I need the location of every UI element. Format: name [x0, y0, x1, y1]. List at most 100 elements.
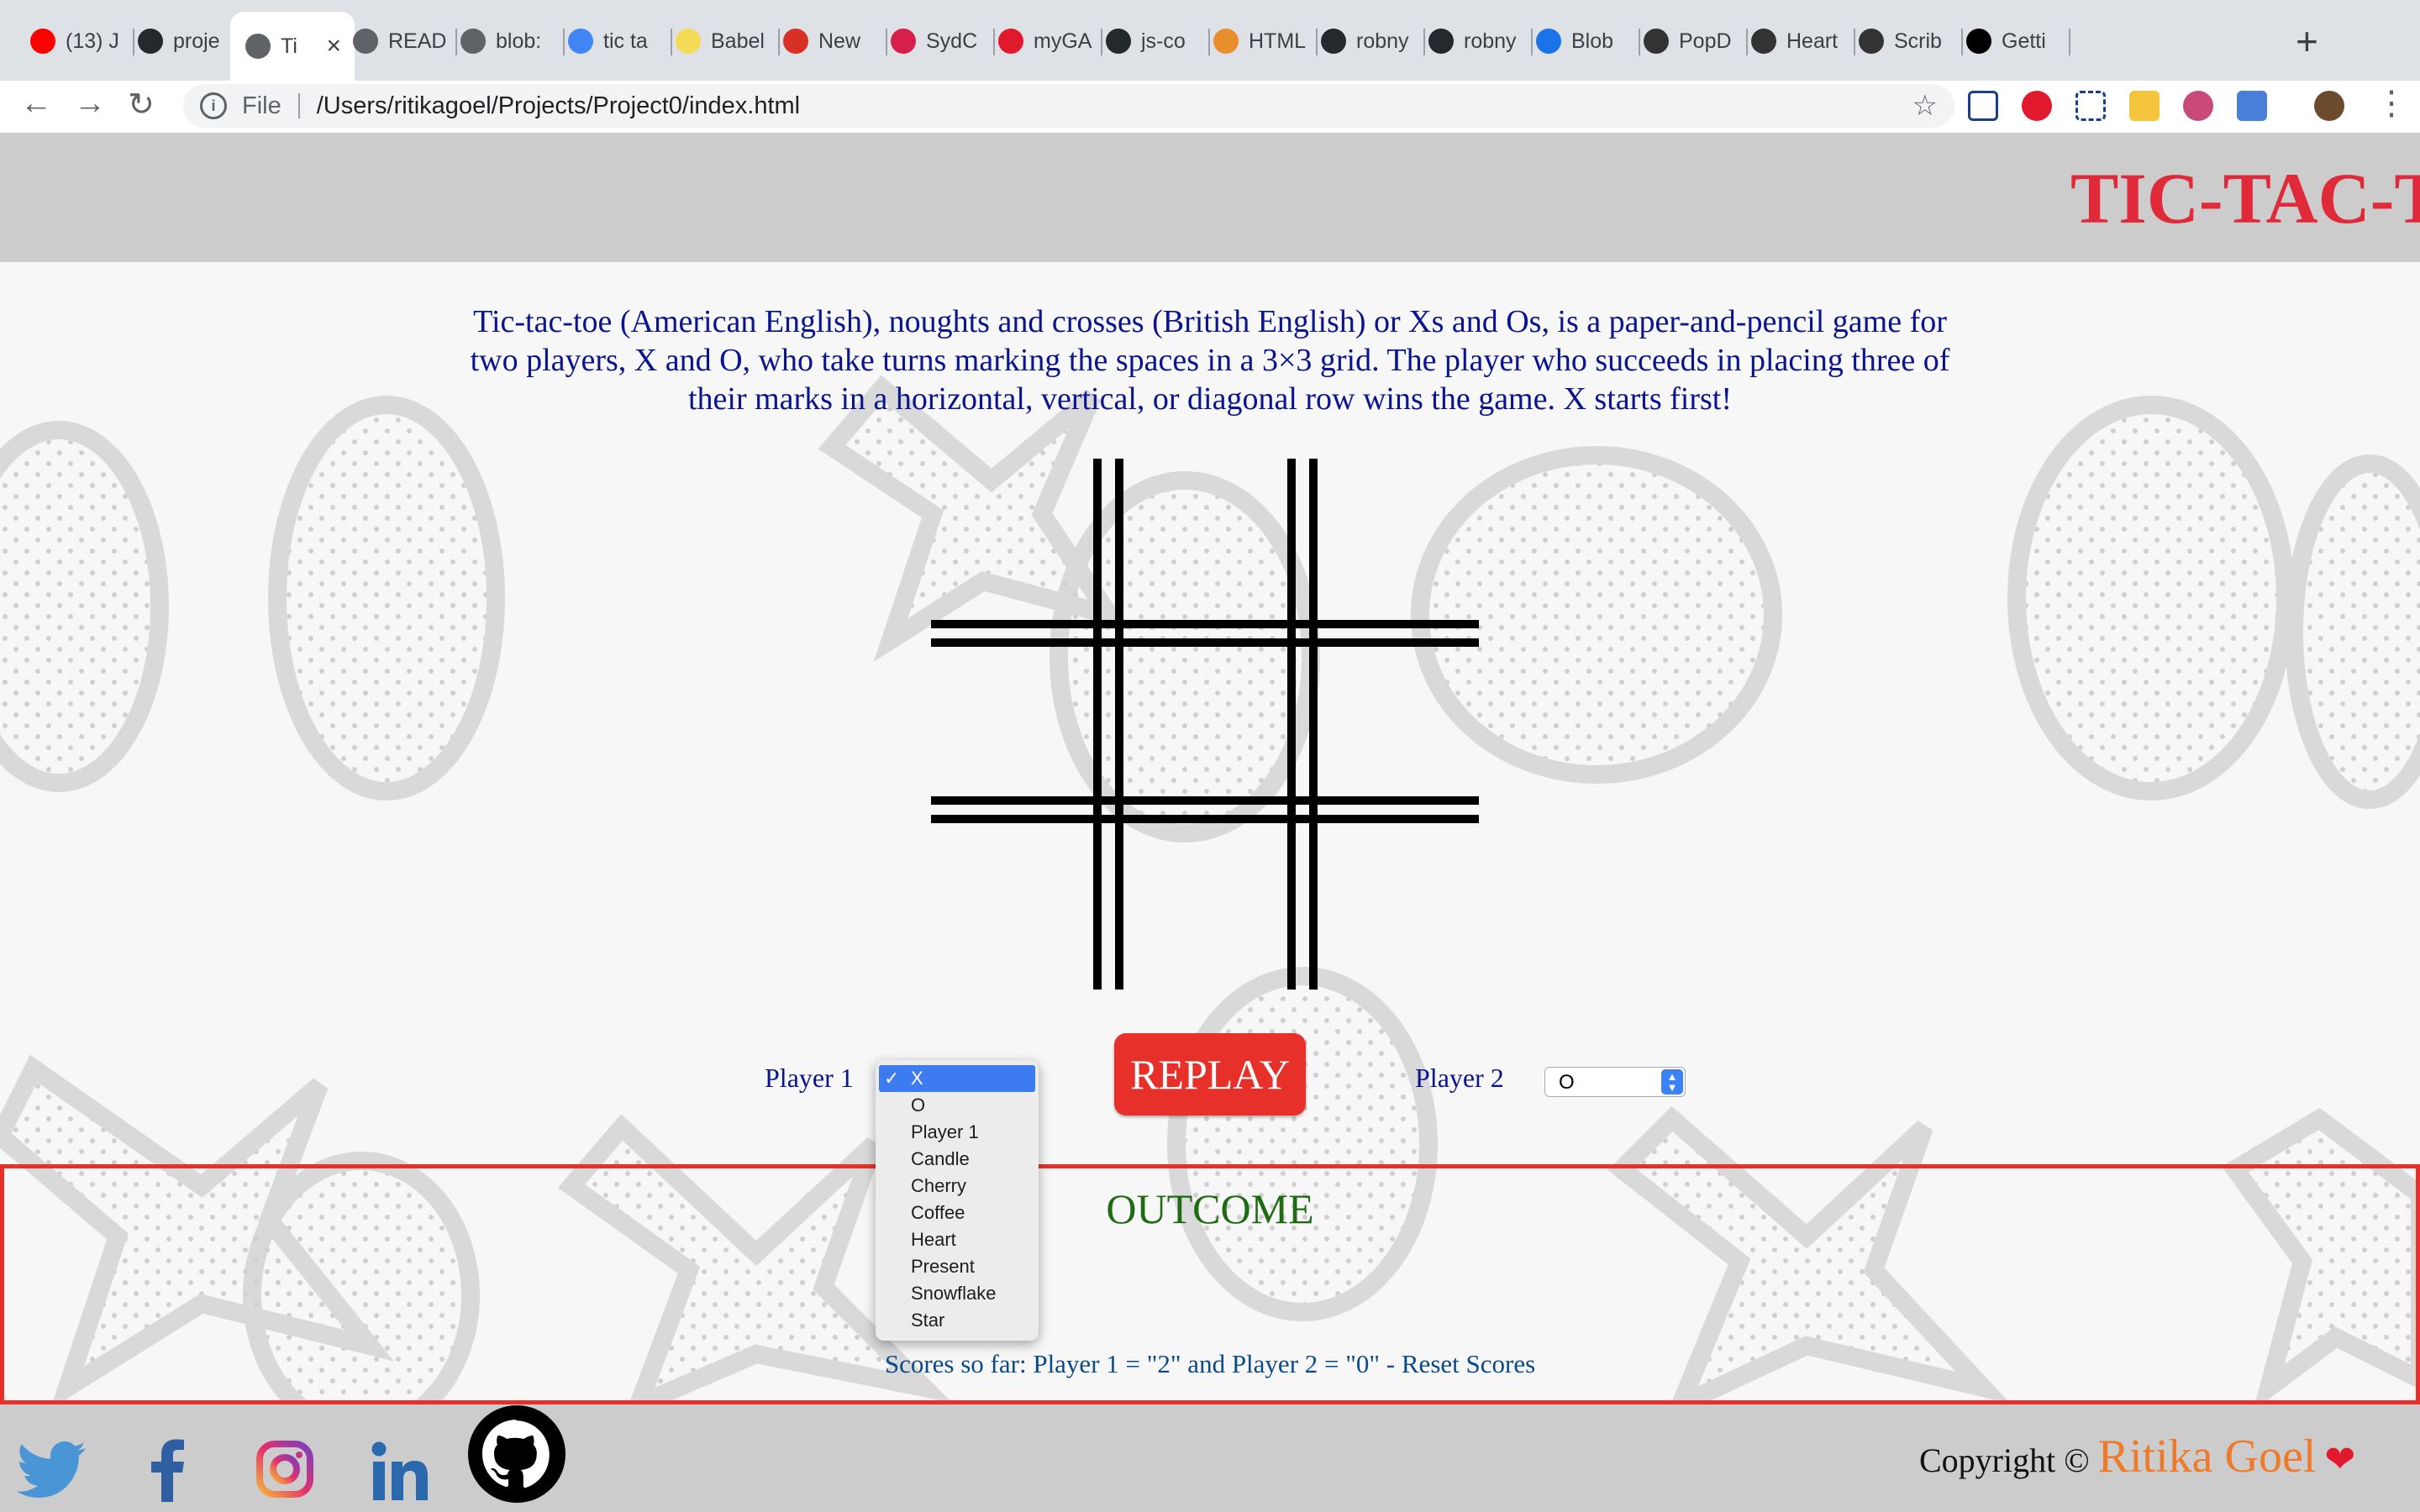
browser-tab[interactable]: Babel [660, 12, 780, 71]
browser-tab[interactable]: HTML [1198, 12, 1318, 71]
linkedin-icon[interactable] [371, 1441, 432, 1500]
board-cell-1[interactable] [931, 459, 1107, 633]
browser-tab[interactable]: tic ta [553, 12, 672, 71]
browser-tab[interactable]: blob: [445, 12, 565, 71]
url-separator [297, 93, 300, 118]
bookmark-star-icon[interactable]: ☆ [1912, 89, 1938, 123]
browser-tab[interactable]: SydC [876, 12, 995, 71]
player2-select[interactable]: O ▲ ▼ [1544, 1067, 1686, 1097]
tab-title: New [818, 29, 861, 53]
tab-title: Blob [1571, 29, 1614, 53]
option-label: Star [911, 1310, 945, 1331]
option-label: Cherry [911, 1175, 967, 1196]
tab-title: Heart [1786, 29, 1839, 53]
select-arrows-icon: ▲ ▼ [1661, 1069, 1683, 1095]
game-description: Tic-tac-toe (American English), noughts … [470, 304, 1950, 417]
browser-tab[interactable]: PopD [1628, 12, 1748, 71]
forward-arrow-icon[interactable]: → [74, 86, 106, 122]
board-cell-6[interactable] [1318, 647, 1479, 796]
player1-option[interactable]: Player 1 [876, 1119, 1039, 1146]
outcome-title: OUTCOME [1106, 1185, 1314, 1232]
page-footer: Copyright © Ritika Goel ❤ [0, 1404, 2420, 1512]
tab-title: blob: [496, 29, 542, 53]
board-cell-3[interactable] [1318, 459, 1479, 633]
player1-option[interactable]: Snowflake [876, 1280, 1039, 1307]
browser-tab[interactable]: (13) J [15, 12, 134, 71]
colorzilla-extension-icon[interactable] [2183, 91, 2213, 121]
player2-select-value: O [1559, 1071, 1575, 1094]
code-extension-icon[interactable] [2237, 91, 2267, 121]
address-bar[interactable]: i File /Users/ritikagoel/Projects/Projec… [183, 84, 1954, 128]
replay-button[interactable]: REPLAY [1114, 1033, 1306, 1116]
url-scheme: File [242, 92, 281, 119]
player1-dropdown-menu[interactable]: ✓ X O Player 1 Candle Cherry Coffee Heart Presen… [876, 1060, 1039, 1341]
browser-tab[interactable]: robny [1413, 12, 1533, 71]
player1-option[interactable]: Present [876, 1253, 1039, 1280]
option-label: Snowflake [911, 1283, 997, 1304]
browser-tab[interactable]: robny [1306, 12, 1425, 71]
scores-text[interactable]: Scores so far: Player 1 = "2" and Player… [0, 1349, 2420, 1379]
reload-icon[interactable]: ↻ [128, 86, 155, 123]
html-icon [1213, 29, 1239, 54]
youtube-icon [30, 29, 55, 54]
tab-title: Ti [281, 34, 297, 58]
browser-tab[interactable]: Heart [1736, 12, 1855, 71]
adblock-extension-icon[interactable] [2022, 91, 2052, 121]
copyright-notice: Copyright © Ritika Goel ❤ [1919, 1430, 2355, 1483]
player1-option[interactable]: Star [876, 1307, 1039, 1334]
browser-tab[interactable]: New [768, 12, 887, 71]
pencil-extension-icon[interactable] [2129, 91, 2160, 121]
facebook-icon[interactable] [151, 1438, 185, 1502]
option-label: X [911, 1068, 923, 1089]
browser-tab[interactable]: Scrib [1844, 12, 1963, 71]
browser-tab[interactable]: js-co [1091, 12, 1210, 71]
browser-tab[interactable]: READ [338, 12, 457, 71]
url-text[interactable]: /Users/ritikagoel/Projects/Project0/inde… [317, 92, 800, 120]
tab-title: Getti [2002, 29, 2046, 53]
board-cell-7[interactable] [931, 823, 1107, 990]
player2-label: Player 2 [1415, 1063, 1504, 1093]
page-header: TIC-TAC-TOE [0, 133, 2420, 262]
option-label: Present [911, 1256, 975, 1277]
twitter-icon[interactable] [17, 1441, 87, 1500]
player1-option[interactable]: Coffee [876, 1200, 1039, 1226]
file-icon [460, 29, 486, 54]
grid-extension-icon[interactable] [2075, 91, 2106, 121]
new-tab-button[interactable]: + [2296, 18, 2318, 64]
tab-title: robny [1464, 29, 1517, 53]
google-icon [568, 29, 593, 54]
tab-title: proje [173, 29, 220, 53]
browser-menu-icon[interactable]: ⋮ [2375, 84, 2408, 123]
medium-icon [1966, 29, 1991, 54]
browser-tab[interactable]: Blob [1521, 12, 1640, 71]
browser-toolbar: ← → ↻ i File /Users/ritikagoel/Projects/… [0, 81, 2420, 133]
browser-tab[interactable]: proje [123, 12, 242, 71]
gmail-icon [783, 29, 808, 54]
player1-option[interactable]: Cherry [876, 1173, 1039, 1200]
player1-option[interactable]: Heart [876, 1226, 1039, 1253]
player1-option[interactable]: O [876, 1092, 1039, 1119]
back-arrow-icon[interactable]: ← [20, 86, 52, 122]
board-cell-2[interactable] [1123, 459, 1287, 633]
browser-tab[interactable]: Getti [1951, 12, 2070, 71]
page-title: TIC-TAC-TOE [2070, 158, 2420, 239]
player1-label: Player 1 [765, 1063, 854, 1093]
player1-option[interactable]: ✓ X [879, 1065, 1035, 1092]
author-name[interactable]: Ritika Goel [2098, 1431, 2317, 1483]
board-cell-4[interactable] [931, 647, 1107, 796]
blob-icon [1536, 29, 1561, 54]
tab-title: js-co [1141, 29, 1186, 53]
player1-option[interactable]: Candle [876, 1146, 1039, 1173]
browser-tab[interactable]: Ti × [230, 12, 355, 81]
github-icon[interactable] [467, 1404, 566, 1504]
profile-avatar[interactable] [2314, 91, 2344, 121]
notion-extension-icon[interactable] [1968, 91, 1998, 121]
board-cell-5[interactable] [1123, 647, 1287, 796]
instagram-icon[interactable] [255, 1440, 314, 1499]
browser-tabstrip: (13) J proje Ti × READ blob: tic ta Babel New Syd… [0, 0, 2420, 81]
info-icon[interactable]: i [200, 92, 227, 119]
board-cell-9[interactable] [1318, 823, 1479, 990]
browser-tab[interactable]: myGA [983, 12, 1102, 71]
board-cell-8[interactable] [1123, 823, 1287, 990]
option-label: Candle [911, 1148, 970, 1169]
